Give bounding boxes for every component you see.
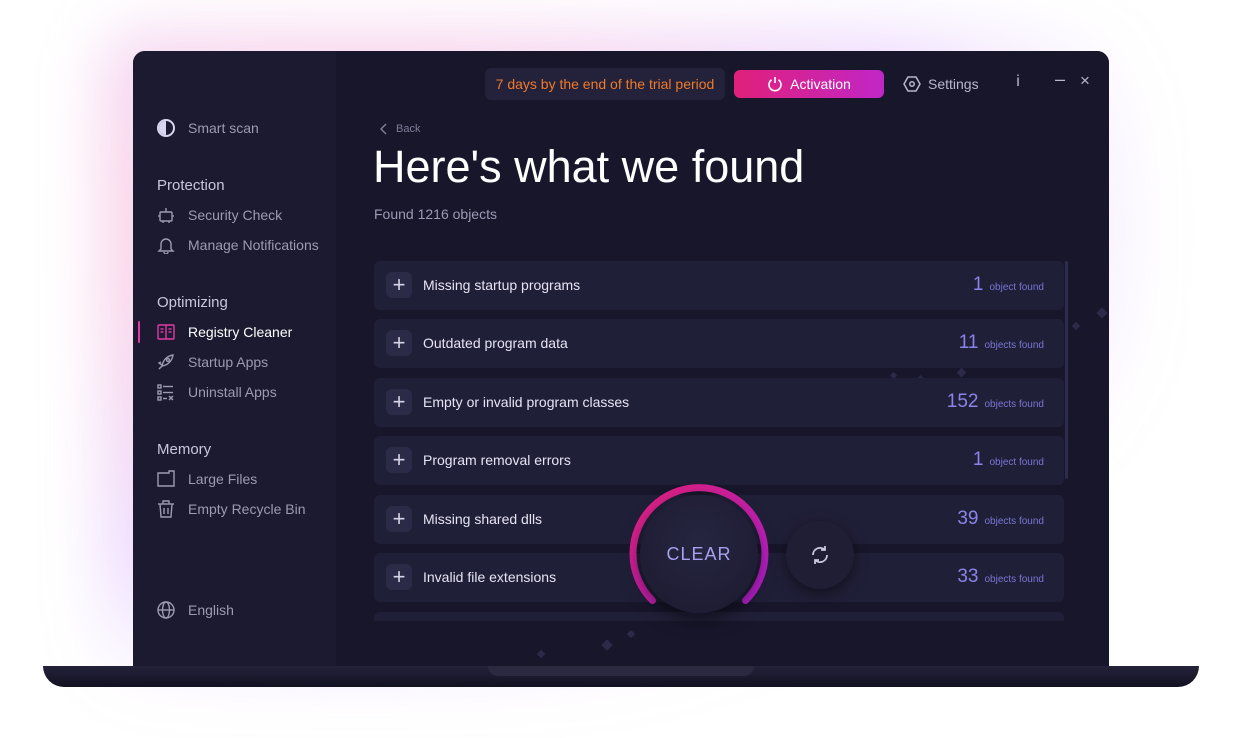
result-row[interactable]: + Program removal errors 1 object found [374,436,1064,485]
result-count: 1 object found [973,274,1044,296]
rocket-icon [157,353,175,371]
result-count-number: 11 [958,332,979,353]
result-count: 1 object found [973,449,1044,471]
section-memory: Memory [157,441,212,458]
result-label: Program removal errors [423,452,571,468]
refresh-icon [812,546,828,564]
result-label: Missing startup programs [423,277,581,293]
result-label: Invalid file extensions [423,569,557,585]
result-row[interactable]: + Empty or invalid program classes 152 o… [374,378,1064,427]
result-count-unit: objects found [984,340,1045,351]
registry-icon [157,323,175,341]
app-window: Smart scan Protection Security Check Man… [133,51,1109,666]
result-row[interactable]: + Outdated program data 11 objects found [374,319,1064,368]
sidebar-item-registry-cleaner[interactable]: Registry Cleaner [157,321,292,343]
result-count: 33 objects found [957,566,1044,588]
result-row[interactable]: + Missing startup programs 1 object foun… [374,261,1064,310]
rescan-button[interactable] [786,521,854,589]
sidebar-item-label: Manage Notifications [188,237,319,253]
sidebar-item-label: Large Files [188,471,258,487]
result-label: Missing shared dlls [423,511,543,527]
sidebar-item-label: Empty Recycle Bin [188,501,306,517]
folder-icon [157,470,175,488]
active-indicator [138,321,140,343]
sidebar-item-smart-scan[interactable]: Smart scan [157,117,259,139]
laptop-notch [488,666,754,676]
close-button[interactable]: × [1080,71,1090,91]
result-count: 152 objects found [947,391,1044,413]
result-count-unit: objects found [984,399,1045,410]
section-protection: Protection [157,177,225,194]
sidebar-item-security-check[interactable]: Security Check [157,204,282,226]
sidebar-item-empty-recycle-bin[interactable]: Empty Recycle Bin [157,498,305,520]
chevron-left-icon [380,123,387,135]
language-label: English [188,602,234,618]
expand-button[interactable]: + [386,506,412,532]
globe-icon [157,601,175,619]
clear-label: CLEAR [640,495,758,613]
power-icon [768,77,782,92]
sidebar-item-label: Registry Cleaner [188,324,293,340]
scrollbar[interactable] [1065,261,1068,479]
result-label: Empty or invalid program classes [423,394,630,410]
expand-button[interactable]: + [386,447,412,473]
sidebar-item-label: Smart scan [188,120,259,136]
result-count-number: 39 [957,508,979,529]
settings-label: Settings [928,76,979,92]
smart-scan-icon [157,119,175,137]
result-count-unit: objects found [984,574,1045,585]
sidebar-item-manage-notifications[interactable]: Manage Notifications [157,234,319,256]
trial-banner[interactable]: 7 days by the end of the trial period [485,68,725,100]
page-title: Here's what we found [373,141,805,192]
expand-button[interactable]: + [386,564,412,590]
back-label: Back [396,123,421,135]
result-count-unit: objects found [984,516,1045,527]
minimize-button[interactable]: – [1055,69,1065,90]
result-count-unit: object found [989,282,1045,293]
back-button[interactable]: Back [380,123,420,135]
section-optimizing: Optimizing [157,294,228,311]
result-count-number: 1 [972,274,984,295]
activation-label: Activation [790,76,851,92]
sidebar-item-label: Startup Apps [188,354,269,370]
result-count-number: 33 [957,566,979,587]
sidebar-item-large-files[interactable]: Large Files [157,468,257,490]
gear-icon [903,76,921,92]
settings-button[interactable]: Settings [903,73,979,95]
sidebar: Smart scan Protection Security Check Man… [133,51,336,666]
activation-button[interactable]: Activation [734,70,884,98]
result-count-number: 152 [946,391,979,412]
language-selector[interactable]: English [157,601,234,619]
clear-button[interactable]: CLEAR [624,479,774,629]
expand-button[interactable]: + [386,272,412,298]
expand-button[interactable]: + [386,330,412,356]
trash-icon [157,500,175,518]
bell-icon [157,236,175,254]
result-count-unit: object found [989,457,1045,468]
sidebar-item-label: Uninstall Apps [188,384,277,400]
sidebar-item-label: Security Check [188,207,283,223]
expand-button[interactable]: + [386,389,412,415]
found-count: Found 1216 objects [374,206,497,222]
result-label: Outdated program data [423,335,568,351]
robot-icon [157,206,175,224]
uninstall-list-icon [157,383,175,401]
sidebar-item-startup-apps[interactable]: Startup Apps [157,351,268,373]
sidebar-item-uninstall-apps[interactable]: Uninstall Apps [157,381,277,403]
result-count-number: 1 [972,449,984,470]
result-count: 11 objects found [959,332,1044,354]
info-button[interactable]: i [1012,73,1024,91]
result-count: 39 objects found [957,508,1044,530]
